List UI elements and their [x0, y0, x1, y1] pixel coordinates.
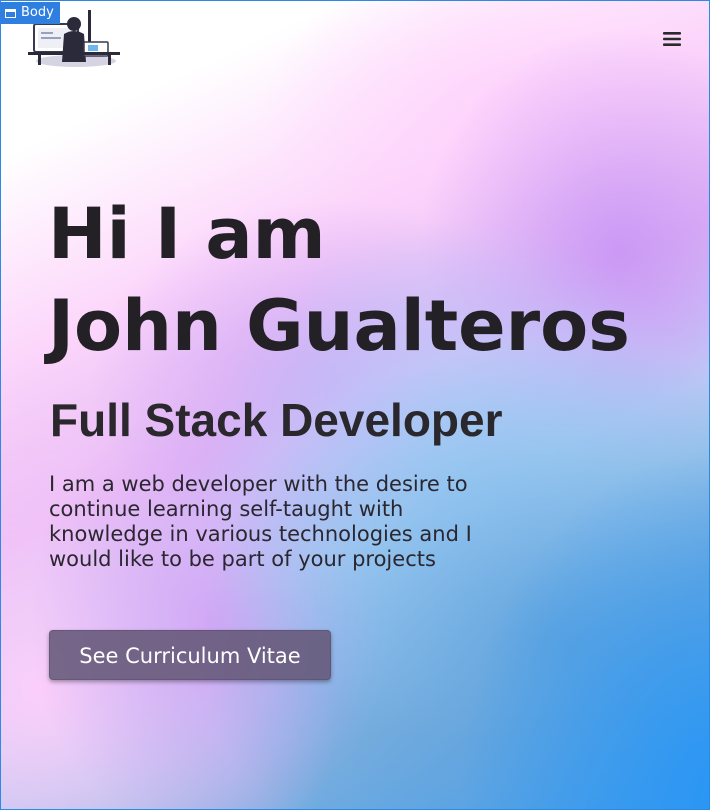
- window-icon: [5, 8, 16, 18]
- hero-name: John Gualteros: [48, 285, 630, 367]
- hero-description: I am a web developer with the desire to …: [49, 472, 472, 571]
- hero-section: Hi I am John Gualteros Full Stack Develo…: [48, 188, 688, 572]
- inspector-label-text: Body: [21, 5, 54, 20]
- hero-role: Full Stack Developer: [50, 394, 503, 446]
- hero-heading: Hi I am John Gualteros: [48, 188, 688, 372]
- menu-button[interactable]: [660, 28, 684, 50]
- hero-greeting: Hi I am: [48, 193, 326, 275]
- inspector-body-label: Body: [0, 2, 60, 24]
- see-curriculum-vitae-button[interactable]: See Curriculum Vitae: [49, 630, 331, 680]
- hamburger-menu-icon: [663, 32, 681, 46]
